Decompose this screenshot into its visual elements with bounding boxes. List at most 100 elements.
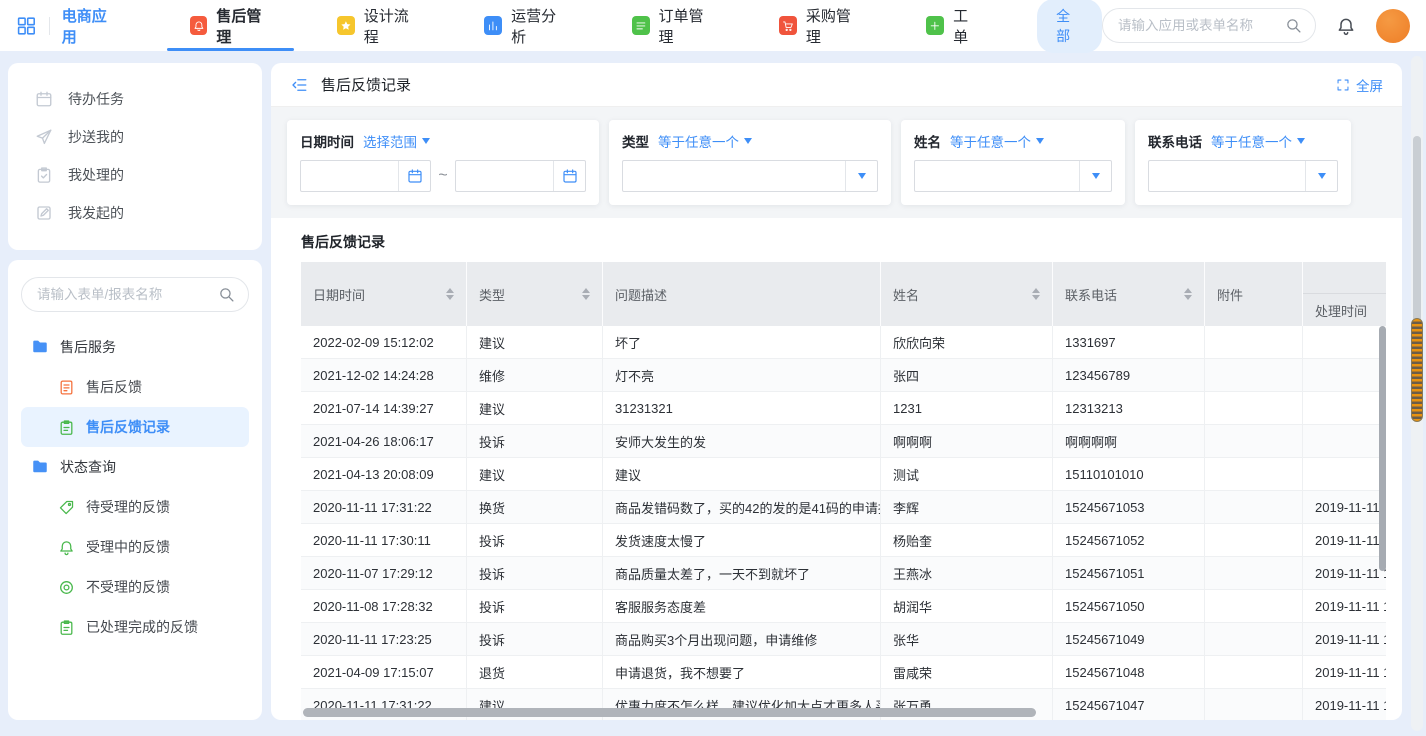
table-cell: 建议 (467, 392, 603, 424)
collapse-sidebar-icon[interactable] (290, 76, 308, 94)
table-row-2[interactable]: 2021-07-14 14:39:27建议3123132112311231321… (301, 392, 1386, 425)
sort-icon[interactable] (446, 288, 454, 300)
tree-item-label: 已处理完成的反馈 (86, 617, 198, 637)
table-horizontal-scrollbar[interactable] (301, 708, 1386, 718)
sort-icon[interactable] (582, 288, 590, 300)
clipboard-icon (58, 419, 75, 436)
tree-item[interactable]: 待受理的反馈 (21, 487, 249, 527)
filter-operator[interactable]: 等于任意一个 (658, 131, 752, 151)
table-cell: 2021-07-14 14:39:27 (301, 392, 467, 424)
quick-item-2[interactable]: 我处理的 (8, 156, 262, 194)
table-row-10[interactable]: 2021-04-09 17:15:07退货申请退货，我不想要了雷咸荣152456… (301, 656, 1386, 689)
app-tab-5[interactable]: 工单 (893, 0, 1013, 51)
search-icon[interactable] (218, 286, 235, 303)
filter-select[interactable] (622, 160, 878, 192)
sort-icon[interactable] (1184, 288, 1192, 300)
apps-grid-icon[interactable] (16, 15, 37, 37)
filter-label: 类型 (622, 131, 649, 151)
app-tab-4[interactable]: 采购管理 (746, 0, 893, 51)
table-cell: 2020-11-11 17:23:25 (301, 623, 467, 655)
app-tab-label: 采购管理 (806, 5, 861, 47)
quick-item-1[interactable]: 抄送我的 (8, 118, 262, 156)
app-tab-label: 设计流程 (364, 5, 419, 47)
filter-select[interactable] (1148, 160, 1338, 192)
table-cell (1303, 326, 1386, 358)
column-header-label: 问题描述 (615, 285, 667, 304)
app-tab-0[interactable]: 售后管理 (157, 0, 304, 51)
notification-bell-icon[interactable] (1336, 16, 1356, 36)
table-cell: 15245671049 (1053, 623, 1205, 655)
filter-operator[interactable]: 等于任意一个 (950, 131, 1044, 151)
app-tab-label: 运营分析 (511, 5, 566, 47)
calendar-icon[interactable] (398, 161, 430, 191)
range-separator: ~ (438, 167, 447, 185)
filter-card-3: 联系电话等于任意一个 (1135, 120, 1351, 205)
tree-item[interactable]: 已处理完成的反馈 (21, 607, 249, 647)
column-header-0[interactable]: 日期时间 (301, 262, 467, 326)
chevron-down-icon[interactable] (1305, 161, 1337, 191)
filter-card-0: 日期时间选择范围~ (287, 120, 599, 205)
quick-item-label: 待办任务 (68, 89, 124, 109)
column-header-3[interactable]: 姓名 (881, 262, 1053, 326)
tree-folder-1[interactable]: 状态查询 (21, 447, 249, 487)
global-search-input[interactable] (1116, 17, 1285, 34)
data-table: 日期时间类型问题描述姓名联系电话附件处理时间 2022-02-09 15:12:… (301, 262, 1386, 720)
table-header: 日期时间类型问题描述姓名联系电话附件处理时间 (301, 262, 1386, 326)
filter-bar: 日期时间选择范围~类型等于任意一个姓名等于任意一个联系电话等于任意一个 (271, 107, 1402, 218)
tree-item[interactable]: 售后反馈 (21, 367, 249, 407)
app-tab-2[interactable]: 运营分析 (451, 0, 598, 51)
chevron-down-icon[interactable] (1079, 161, 1111, 191)
sort-icon[interactable] (1032, 288, 1040, 300)
table-vertical-scrollbar[interactable] (1379, 326, 1386, 571)
tree-folder-label: 售后服务 (60, 337, 116, 357)
table-row-6[interactable]: 2020-11-11 17:30:11投诉发货速度太慢了杨贻奎152456710… (301, 524, 1386, 557)
filter-select[interactable] (914, 160, 1112, 192)
table-row-7[interactable]: 2020-11-07 17:29:12投诉商品质量太差了，一天不到就坏了王燕冰1… (301, 557, 1386, 590)
filter-label: 联系电话 (1148, 131, 1202, 151)
page-scrollbar[interactable] (1411, 56, 1423, 731)
column-header-1[interactable]: 类型 (467, 262, 603, 326)
current-app-name[interactable]: 电商应用 (62, 5, 119, 47)
all-apps-pill[interactable]: 全部 (1037, 0, 1102, 53)
table-row-9[interactable]: 2020-11-11 17:23:25投诉商品购买3个月出现问题，申请维修张华1… (301, 623, 1386, 656)
table-row-5[interactable]: 2020-11-11 17:31:22换货商品发错码数了，买的42的发的是41码… (301, 491, 1386, 524)
date-from-input[interactable] (300, 160, 431, 192)
table-row-4[interactable]: 2021-04-13 20:08:09建议建议测试15110101010 (301, 458, 1386, 491)
horizontal-scroll-thumb[interactable] (303, 708, 1036, 717)
chevron-down-icon (1036, 138, 1044, 144)
app-tab-1[interactable]: 设计流程 (304, 0, 451, 51)
filter-operator[interactable]: 等于任意一个 (1211, 131, 1305, 151)
table-row-8[interactable]: 2020-11-08 17:28:32投诉客服服务态度差胡润华152456710… (301, 590, 1386, 623)
table-cell: 投诉 (467, 425, 603, 457)
main-panel: 售后反馈记录 全屏 日期时间选择范围~类型等于任意一个姓名等于任意一个联系电话等… (271, 63, 1402, 720)
calendar-icon[interactable] (553, 161, 585, 191)
table-cell: 15245671048 (1053, 656, 1205, 688)
table-cell: 退货 (467, 656, 603, 688)
column-header-4[interactable]: 联系电话 (1053, 262, 1205, 326)
filter-operator[interactable]: 选择范围 (363, 131, 430, 151)
tree-item[interactable]: 不受理的反馈 (21, 567, 249, 607)
app-tab-3[interactable]: 订单管理 (599, 0, 746, 51)
table-cell: 投诉 (467, 524, 603, 556)
table-row-3[interactable]: 2021-04-26 18:06:17投诉安师大发生的发啊啊啊啊啊啊啊 (301, 425, 1386, 458)
tree-folder-0[interactable]: 售后服务 (21, 327, 249, 367)
form-search[interactable] (21, 277, 249, 312)
global-search[interactable] (1102, 8, 1316, 43)
app-tab-label: 工单 (953, 5, 980, 47)
user-avatar[interactable] (1376, 9, 1410, 43)
date-to-input[interactable] (455, 160, 586, 192)
app-root: 电商应用 售后管理设计流程运营分析订单管理采购管理工单 全部 待办任务抄送我的我… (0, 0, 1426, 728)
table-cell (1205, 524, 1303, 556)
chevron-down-icon[interactable] (845, 161, 877, 191)
table-row-1[interactable]: 2021-12-02 14:24:28维修灯不亮张四123456789 (301, 359, 1386, 392)
list-icon (632, 16, 650, 35)
fullscreen-button[interactable]: 全屏 (1336, 75, 1383, 95)
plus-icon (926, 16, 944, 35)
tree-item[interactable]: 售后反馈记录 (21, 407, 249, 447)
tree-item[interactable]: 受理中的反馈 (21, 527, 249, 567)
quick-item-3[interactable]: 我发起的 (8, 194, 262, 232)
quick-item-0[interactable]: 待办任务 (8, 80, 262, 118)
form-search-input[interactable] (35, 286, 218, 303)
search-icon[interactable] (1285, 17, 1302, 34)
table-row-0[interactable]: 2022-02-09 15:12:02建议坏了欣欣向荣1331697 (301, 326, 1386, 359)
